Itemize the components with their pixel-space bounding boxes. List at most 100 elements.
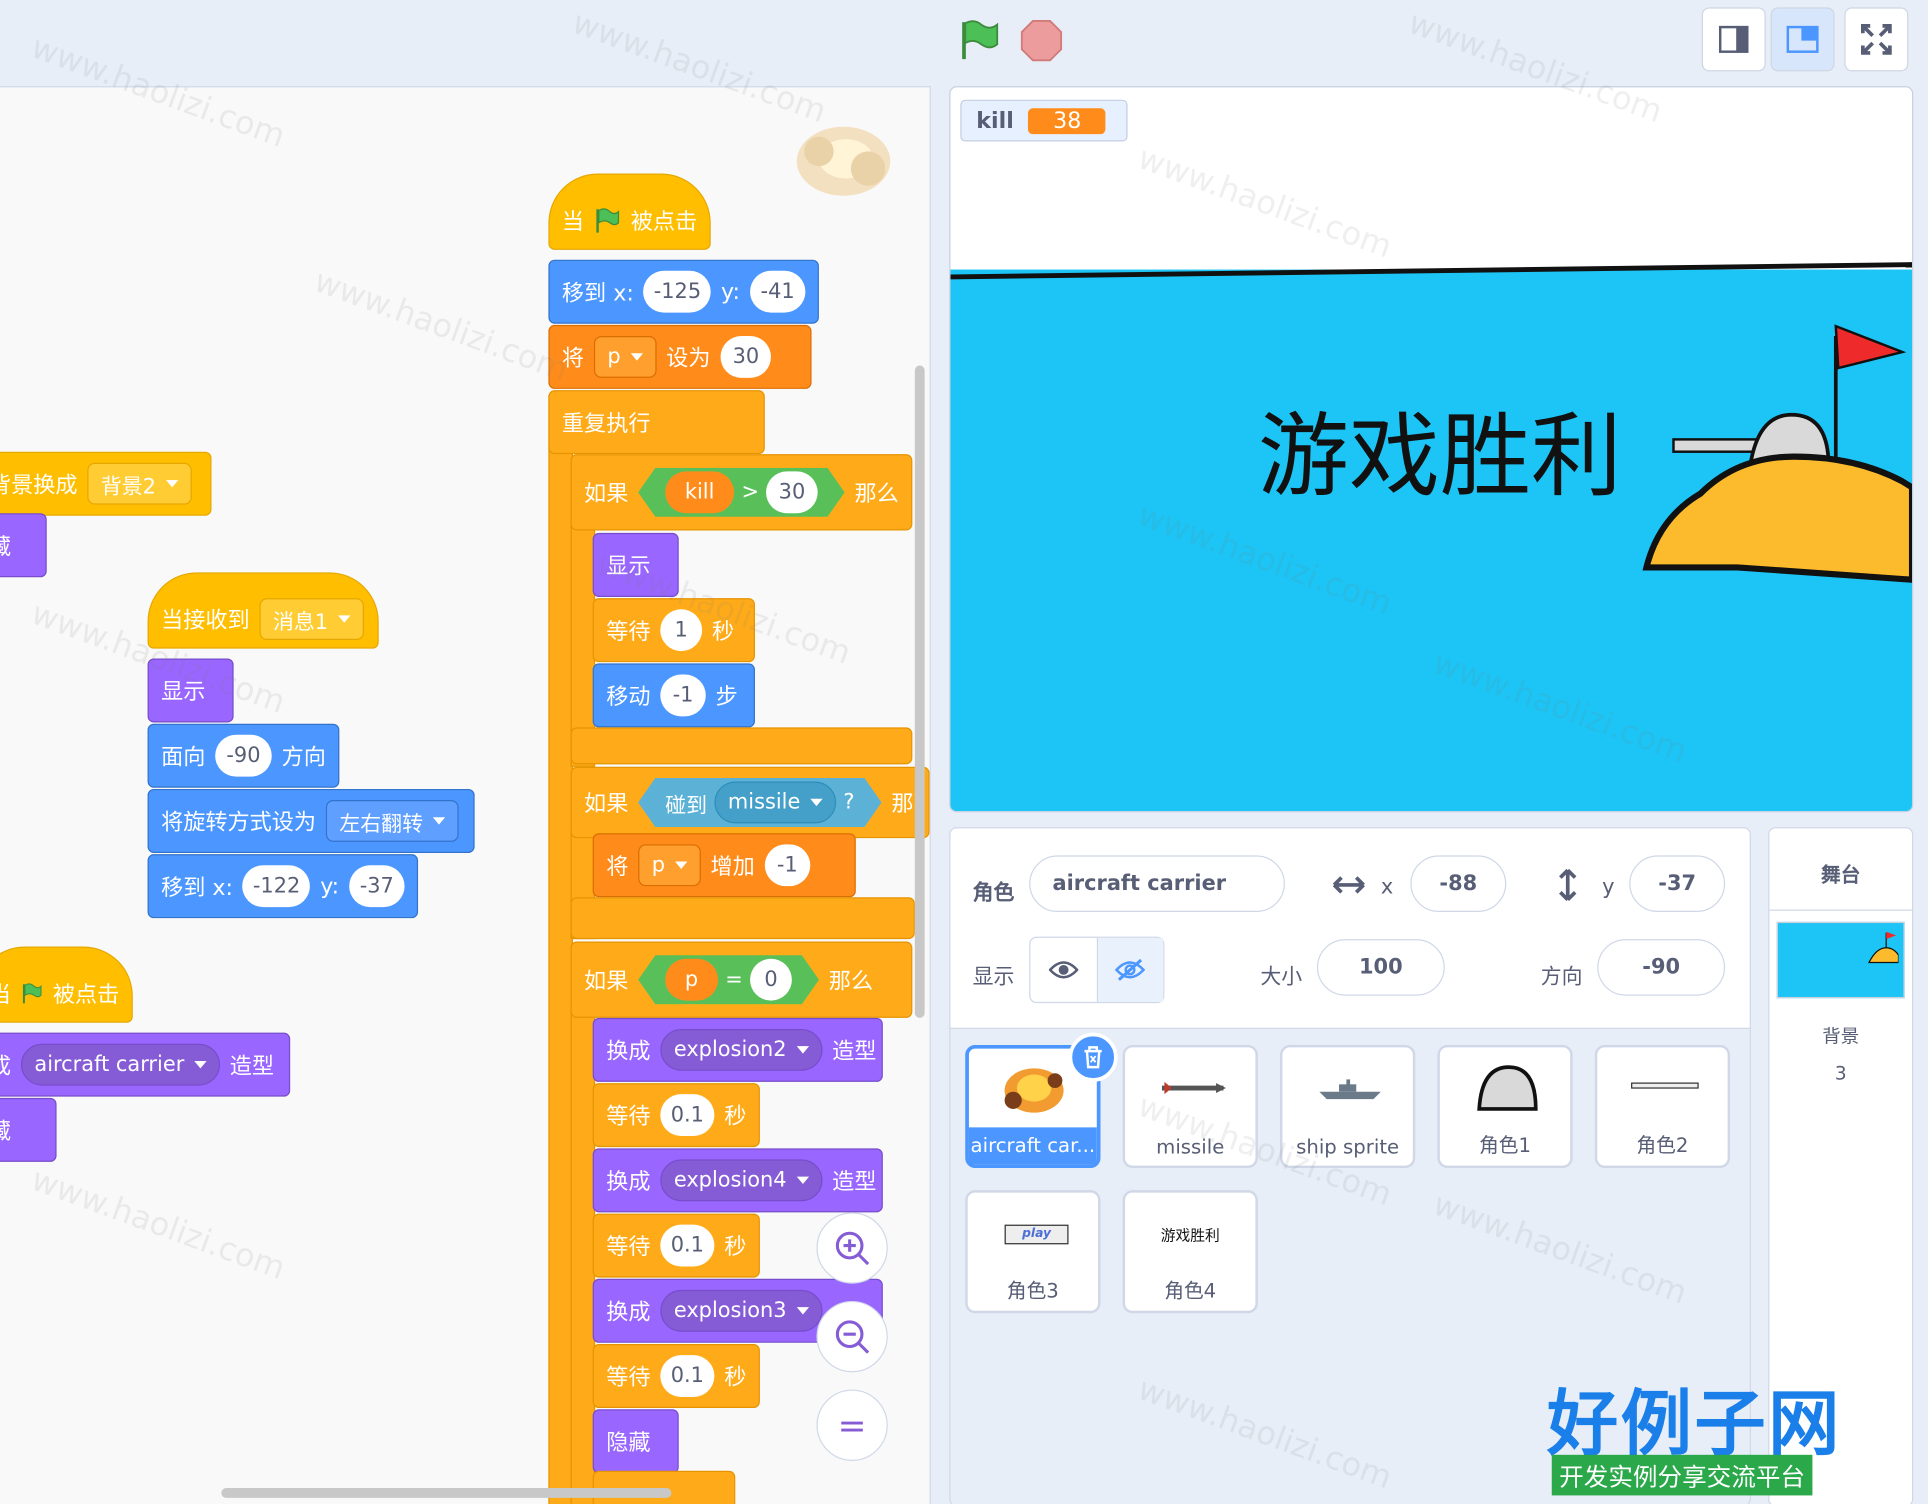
- switch-costume-block[interactable]: 换成 explosion2 造型: [592, 1017, 883, 1082]
- sprite-tile-missile[interactable]: missile: [1122, 1044, 1258, 1169]
- steps-input[interactable]: -1: [660, 674, 706, 717]
- large-stage-button[interactable]: [1770, 7, 1835, 72]
- goto-xy-block[interactable]: 移到 x: -122 y: -37: [147, 854, 419, 919]
- set-rotation-style-block[interactable]: 将旋转方式设为 左右翻转: [147, 788, 475, 853]
- show-block[interactable]: 显示: [592, 532, 679, 597]
- equals-operator[interactable]: p = 0: [638, 955, 819, 1004]
- hide-sprite-button[interactable]: [1097, 937, 1164, 1002]
- goto-xy-block[interactable]: 移到 x: -125 y: -41: [548, 259, 819, 324]
- code-area[interactable]: 背景换成 背景2 藏 当接收到 消息1 显示 面向 -90 方向 将旋转方式设为…: [0, 86, 931, 1504]
- backdrop-dropdown[interactable]: 背景2: [87, 462, 192, 505]
- x-input[interactable]: -88: [1410, 855, 1507, 913]
- delete-sprite-button[interactable]: [1068, 1032, 1118, 1082]
- wait-block[interactable]: 等待 0.1 秒: [592, 1213, 760, 1278]
- sprite-name-input[interactable]: aircraft carrier: [1029, 855, 1285, 913]
- monitor-label: kill: [976, 107, 1014, 134]
- size-input[interactable]: 100: [1316, 939, 1445, 996]
- y-input[interactable]: -41: [749, 270, 806, 313]
- zoom-in-button[interactable]: [816, 1212, 888, 1284]
- horizon-line: [950, 262, 1913, 280]
- kill-variable-monitor[interactable]: kill 38: [960, 99, 1128, 142]
- x-input[interactable]: -122: [242, 865, 311, 908]
- seconds-input[interactable]: 0.1: [660, 1355, 715, 1397]
- eye-hidden-icon: [1115, 958, 1146, 981]
- block-label: 那: [891, 791, 914, 818]
- small-stage-button[interactable]: [1701, 7, 1766, 72]
- show-block[interactable]: 显示: [147, 658, 234, 723]
- when-flag-clicked-hat[interactable]: 当 被点击: [548, 173, 711, 250]
- divider: [1769, 909, 1913, 911]
- block-label: 等待: [606, 619, 651, 645]
- change-variable-block[interactable]: 将 p 增加 -1: [592, 833, 856, 898]
- costume-dropdown[interactable]: aircraft carrier: [20, 1043, 220, 1086]
- block-label: 换成: [606, 1038, 651, 1065]
- switch-backdrop-block[interactable]: 背景换成 背景2: [0, 451, 212, 516]
- switch-costume-block[interactable]: 成 aircraft carrier 造型: [0, 1032, 291, 1097]
- hide-block[interactable]: 藏: [0, 1097, 57, 1162]
- vertical-scrollbar[interactable]: [914, 365, 925, 1018]
- block-label: 设为: [666, 345, 711, 372]
- touching-sensor[interactable]: 碰到 missile ?: [638, 778, 881, 827]
- value-input[interactable]: 30: [720, 336, 772, 378]
- sprite-tile-role1[interactable]: 角色1: [1437, 1044, 1573, 1169]
- show-sprite-button[interactable]: [1030, 937, 1098, 1002]
- wait-block[interactable]: 等待 0.1 秒: [592, 1344, 760, 1409]
- touching-object-dropdown[interactable]: missile: [714, 782, 836, 824]
- move-steps-block[interactable]: 移动 -1 步: [592, 663, 755, 728]
- set-variable-block[interactable]: 将 p 设为 30: [548, 324, 812, 389]
- forever-block[interactable]: 重复执行: [548, 390, 765, 455]
- y-input[interactable]: -37: [1629, 855, 1726, 913]
- when-flag-clicked-hat[interactable]: 当 被点击: [0, 946, 133, 1023]
- value-input[interactable]: 0: [750, 959, 792, 1001]
- message-dropdown[interactable]: 消息1: [259, 598, 364, 641]
- if-then-block[interactable]: 如果 p = 0 那么: [570, 941, 913, 1018]
- x-input[interactable]: -125: [643, 270, 712, 313]
- greater-than-operator[interactable]: kill > 30: [638, 468, 844, 517]
- sprite-tile-role3[interactable]: play 角色3: [965, 1190, 1101, 1314]
- zoom-reset-button[interactable]: =: [816, 1389, 888, 1461]
- when-receive-hat[interactable]: 当接收到 消息1: [147, 572, 379, 649]
- wait-block[interactable]: 等待 0.1 秒: [592, 1083, 760, 1148]
- point-direction-block[interactable]: 面向 -90 方向: [147, 723, 340, 788]
- rotation-style-dropdown[interactable]: 左右翻转: [325, 800, 459, 842]
- costume-dropdown[interactable]: explosion3: [660, 1289, 823, 1332]
- island-mini-icon: [1867, 931, 1899, 964]
- hide-block[interactable]: 藏: [0, 513, 47, 578]
- stage-thumbnail[interactable]: [1776, 921, 1905, 999]
- green-flag-icon[interactable]: [957, 17, 1001, 61]
- direction-input[interactable]: -90: [1597, 939, 1726, 996]
- value-input[interactable]: -1: [764, 844, 810, 887]
- if-then-block[interactable]: 如果 kill > 30 那么: [570, 454, 913, 531]
- island-sprite: [1642, 324, 1913, 583]
- kill-variable-reporter[interactable]: kill: [665, 471, 734, 513]
- y-input[interactable]: -37: [348, 865, 405, 908]
- costume-dropdown[interactable]: explosion4: [660, 1159, 823, 1202]
- zoom-out-button[interactable]: [816, 1300, 888, 1373]
- seconds-input[interactable]: 0.1: [660, 1224, 715, 1267]
- if-then-block[interactable]: 如果 碰到 missile ? 那: [570, 766, 930, 839]
- y-arrows-icon: [1559, 868, 1577, 902]
- dropdown-value: missile: [727, 790, 801, 815]
- seconds-input[interactable]: 1: [660, 609, 703, 652]
- sprite-tile-ship[interactable]: ship sprite: [1280, 1044, 1416, 1169]
- sprite-tile-role2[interactable]: 角色2: [1594, 1044, 1731, 1169]
- fullscreen-button[interactable]: [1844, 7, 1909, 72]
- p-variable-reporter[interactable]: p: [665, 959, 718, 1001]
- stage[interactable]: kill 38 游戏胜利: [949, 86, 1914, 813]
- direction-input[interactable]: -90: [215, 734, 272, 777]
- variable-dropdown[interactable]: p: [638, 844, 701, 887]
- block-label: 藏: [0, 529, 11, 561]
- value-input[interactable]: 30: [766, 471, 817, 513]
- wait-block[interactable]: 等待 1 秒: [592, 598, 755, 663]
- costume-dropdown[interactable]: explosion2: [660, 1028, 823, 1071]
- horizontal-scrollbar[interactable]: [221, 1488, 672, 1498]
- hide-block[interactable]: 隐藏: [592, 1409, 679, 1474]
- sprite-tile-role4[interactable]: 游戏胜利 角色4: [1122, 1190, 1258, 1314]
- size-label: 大小: [1260, 964, 1303, 990]
- stop-icon[interactable]: [1020, 20, 1063, 62]
- seconds-input[interactable]: 0.1: [660, 1094, 715, 1137]
- variable-dropdown[interactable]: p: [593, 336, 657, 378]
- x-label: x: [1380, 875, 1394, 900]
- switch-costume-block[interactable]: 换成 explosion4 造型: [592, 1148, 883, 1213]
- visibility-toggle: [1029, 936, 1165, 1004]
